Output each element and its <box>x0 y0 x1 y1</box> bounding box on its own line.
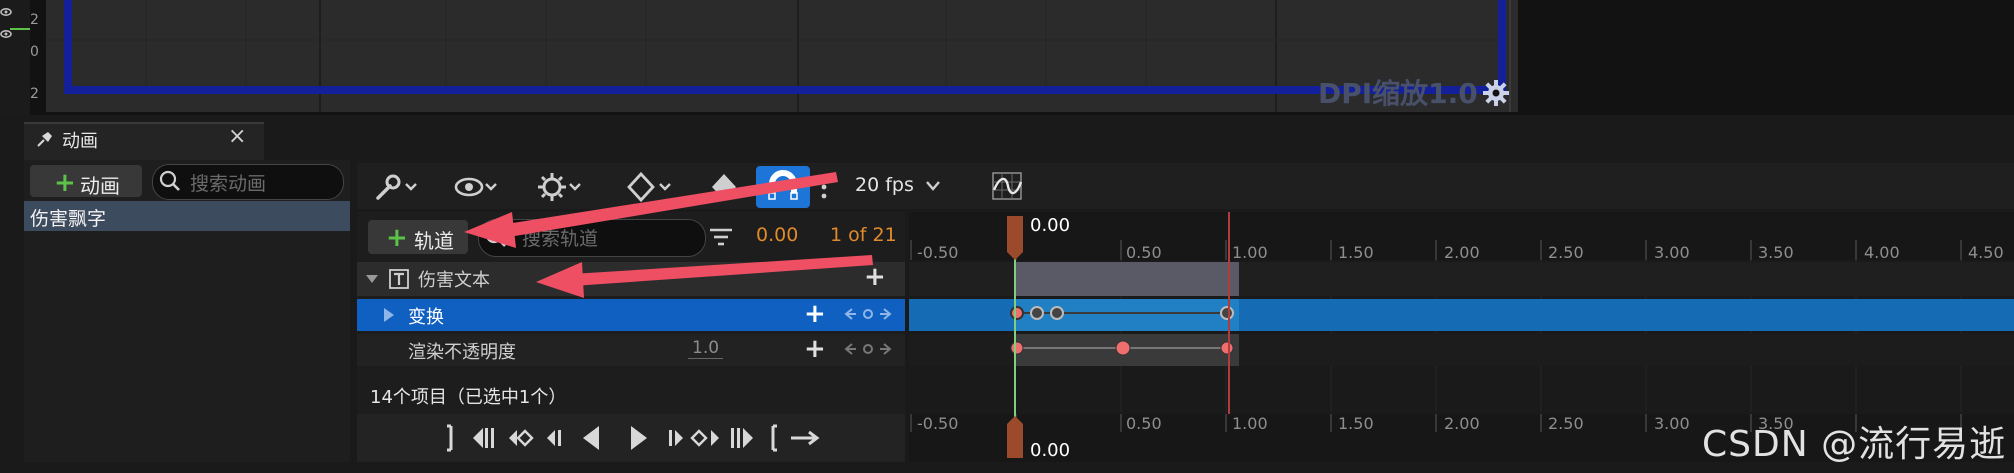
pin-icon <box>34 128 56 150</box>
jump-to-end-icon[interactable] <box>771 424 777 452</box>
watermark: CSDN @流行易逝 <box>1702 424 2007 465</box>
time-tick-label: 3.00 <box>1654 414 1690 433</box>
plus-icon: + <box>54 168 76 198</box>
time-tick-label: 0.50 <box>1126 243 1162 262</box>
next-keyframe-icon[interactable] <box>690 429 719 447</box>
play-reverse-icon[interactable] <box>583 426 599 450</box>
tab-title: 动画 <box>62 131 98 152</box>
gear-icon[interactable] <box>1482 79 1510 107</box>
ruler-eye-icons <box>0 8 30 38</box>
time-tick-label: 1.50 <box>1338 414 1374 433</box>
time-tick-label: 2.50 <box>1548 243 1584 262</box>
step-forward-icon[interactable] <box>669 430 683 446</box>
eye-icon <box>0 8 12 17</box>
chevron-down-icon <box>924 178 942 194</box>
magnet-icon <box>768 170 798 200</box>
fps-dropdown[interactable]: 20 fps <box>855 174 914 196</box>
jump-to-next-key-icon[interactable] <box>731 428 753 448</box>
time-tick-label: 3.00 <box>1654 243 1690 262</box>
jump-to-start-icon[interactable] <box>447 424 453 452</box>
eye-icon <box>0 29 12 38</box>
time-tick-label: 3.50 <box>1758 243 1794 262</box>
vertical-ruler <box>0 0 30 115</box>
step-back-icon[interactable] <box>547 430 561 446</box>
wrench-icon[interactable] <box>372 170 418 204</box>
key-navigation-icons[interactable] <box>842 340 894 358</box>
time-tick-label: 1.00 <box>1232 414 1268 433</box>
time-tick-label: 2.50 <box>1548 414 1584 433</box>
prev-keyframe-icon[interactable] <box>509 429 534 447</box>
dpi-scale-label: DPI缩放1.0 <box>1318 77 1478 110</box>
add-animation-label: 动画 <box>80 174 120 198</box>
time-tick-label: -0.50 <box>917 414 959 433</box>
item-count-status: 14个项目（已选中1个） <box>370 387 567 408</box>
sequencer-toolbar <box>357 163 2014 209</box>
close-icon[interactable]: × <box>228 124 246 149</box>
playhead-time-label: 0.00 <box>1030 215 1071 236</box>
more-vertical-icon[interactable] <box>814 170 834 204</box>
track-row-label: 渲染不透明度 <box>408 342 516 363</box>
ruler-label: 0 <box>30 44 39 60</box>
play-icon[interactable] <box>631 426 647 450</box>
text-widget-icon <box>388 268 410 290</box>
gear-icon[interactable] <box>536 170 582 204</box>
track-row-label: 伤害文本 <box>418 270 490 291</box>
filter-icon[interactable] <box>708 226 734 248</box>
playhead-handle-top <box>1007 216 1023 260</box>
add-key-button[interactable]: + <box>804 334 826 364</box>
frame-counter: 1 of 21 <box>830 224 897 246</box>
time-tick-label: 4.50 <box>1968 243 2004 262</box>
add-subtrack-button[interactable]: + <box>864 262 886 292</box>
diamond-icon[interactable] <box>706 170 752 204</box>
key-navigation-icons[interactable] <box>842 305 894 323</box>
snap-toggle-button[interactable] <box>756 166 810 208</box>
expand-down-icon[interactable] <box>365 272 379 286</box>
jump-to-prev-key-icon[interactable] <box>473 428 494 448</box>
search-icon <box>484 225 508 249</box>
time-tick-label: 1.00 <box>1232 243 1268 262</box>
loop-icon[interactable] <box>791 430 820 446</box>
time-tick-label: -0.50 <box>917 243 959 262</box>
time-tick-label: 1.50 <box>1338 243 1374 262</box>
add-key-button[interactable]: + <box>804 299 826 329</box>
transport-controls[interactable] <box>437 420 827 456</box>
track-row-label: 变换 <box>408 307 444 328</box>
animation-search-placeholder: 搜索动画 <box>190 173 267 195</box>
time-tick-label: 2.00 <box>1444 243 1480 262</box>
current-time-field[interactable]: 0.00 <box>756 224 798 246</box>
playhead-handle-bottom <box>1007 416 1023 458</box>
expand-right-icon[interactable] <box>382 307 396 323</box>
designer-canvas[interactable] <box>46 0 1518 112</box>
time-tick-label: 2.00 <box>1444 414 1480 433</box>
ruler-label: 2 <box>30 12 39 28</box>
track-search-placeholder: 搜索轨道 <box>522 228 599 250</box>
plus-icon: + <box>386 223 408 253</box>
eye-icon[interactable] <box>452 170 498 204</box>
keyframe-diamond-icon[interactable] <box>626 170 672 204</box>
list-item-label: 伤害飘字 <box>30 208 107 230</box>
search-icon <box>158 169 182 193</box>
ruler-label: 2 <box>30 86 39 102</box>
add-track-label: 轨道 <box>414 229 454 253</box>
opacity-value-field[interactable]: 1.0 <box>688 338 724 359</box>
playhead-time-label: 0.00 <box>1030 440 1071 461</box>
time-tick-label: 0.50 <box>1126 414 1162 433</box>
time-tick-label: 4.00 <box>1864 243 1900 262</box>
canvas-grid <box>46 0 1511 112</box>
curve-editor-icon[interactable] <box>990 170 1026 204</box>
